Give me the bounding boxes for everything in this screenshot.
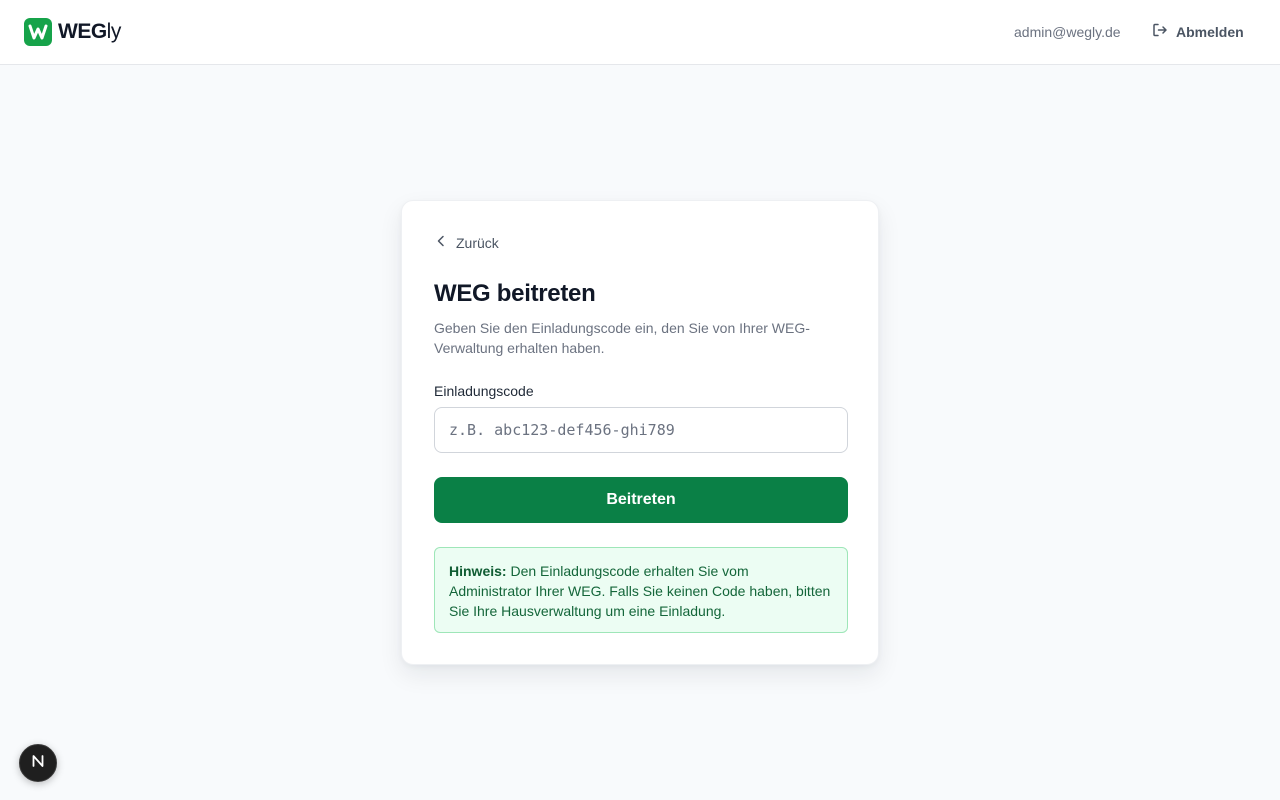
hint-box: Hinweis: Den Einladungscode erhalten Sie… [434,547,848,633]
w-logo-icon [24,18,52,46]
logout-button[interactable]: Abmelden [1152,21,1244,43]
back-link[interactable]: Zurück [434,233,499,253]
app-name: WEGly [58,20,121,43]
join-weg-card: Zurück WEG beitreten Geben Sie den Einla… [401,200,879,665]
invite-code-label: Einladungscode [434,383,534,399]
user-email: admin@wegly.de [1014,24,1121,40]
back-label: Zurück [456,235,499,251]
app-logo[interactable]: WEGly [24,18,121,46]
dev-tools-badge[interactable] [19,744,57,782]
page-description: Geben Sie den Einladungscode ein, den Si… [434,320,810,356]
hint-text: Den Einladungscode erhalten Sie vom Admi… [449,563,831,619]
logout-label: Abmelden [1176,24,1244,40]
top-bar: WEGly admin@wegly.de Abmelden [0,0,1280,65]
n-logo-icon [30,753,46,774]
hint-title: Hinweis: [449,563,507,579]
join-button[interactable]: Beitreten [434,477,848,523]
page-title: WEG beitreten [434,280,596,307]
logout-icon [1152,22,1168,43]
invite-code-input[interactable] [434,407,848,453]
chevron-left-icon [434,234,448,253]
